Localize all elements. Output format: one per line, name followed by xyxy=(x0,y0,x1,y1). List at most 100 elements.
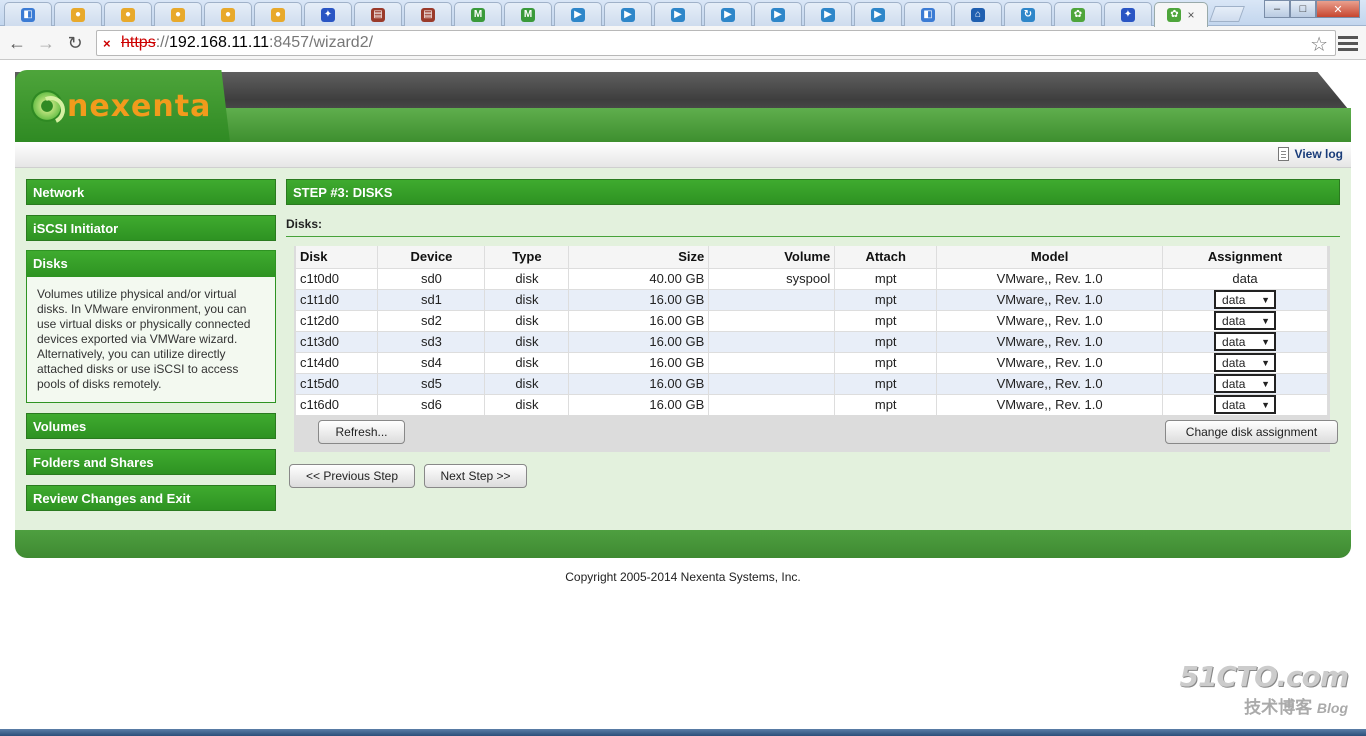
sidebar-item-volumes[interactable]: Volumes xyxy=(26,413,276,439)
cell-device: sd2 xyxy=(377,309,486,331)
cell-attach: mpt xyxy=(834,393,938,415)
paw-icon: ✦ xyxy=(321,7,335,22)
column-header-type[interactable]: Type xyxy=(484,246,570,268)
browser-tab[interactable]: ● xyxy=(104,2,152,26)
bookmark-star-icon[interactable]: ☆ xyxy=(1310,32,1328,57)
previous-step-button[interactable]: << Previous Step xyxy=(289,464,415,488)
cell-attach: mpt xyxy=(834,288,938,310)
column-header-disk[interactable]: Disk xyxy=(296,246,379,268)
back-icon[interactable]: ← xyxy=(6,32,28,54)
browser-tab[interactable]: ✿ xyxy=(1054,2,1102,26)
refresh-app-icon: ↻ xyxy=(1021,7,1035,22)
assignment-select[interactable]: data ▼ xyxy=(1214,332,1277,351)
browser-tab[interactable]: ↻ xyxy=(1004,2,1052,26)
maximize-button[interactable]: □ xyxy=(1290,0,1316,18)
column-header-assignment[interactable]: Assignment xyxy=(1162,246,1328,268)
header-subbar: View log xyxy=(15,142,1351,168)
cell-disk: c1t1d0 xyxy=(296,288,379,310)
browser-tab[interactable]: ✦ xyxy=(304,2,352,26)
column-header-attach[interactable]: Attach xyxy=(834,246,938,268)
next-step-button[interactable]: Next Step >> xyxy=(424,464,527,488)
menu-icon[interactable] xyxy=(1338,33,1358,53)
change-disk-assignment-button[interactable]: Change disk assignment xyxy=(1165,420,1338,444)
reload-icon[interactable]: ↻ xyxy=(64,32,86,54)
url-separator: :// xyxy=(155,34,170,51)
browser-tab[interactable]: ▶ xyxy=(754,2,802,26)
browser-tab[interactable]: ● xyxy=(204,2,252,26)
refresh-button[interactable]: Refresh... xyxy=(318,420,405,444)
table-row: c1t5d0 sd5 disk 16.00 GB mpt VMware,, Rev. 1.… xyxy=(296,372,1328,394)
assignment-select[interactable]: data ▼ xyxy=(1214,395,1277,415)
browser-tab[interactable]: M xyxy=(454,2,502,26)
view-log-link[interactable]: View log xyxy=(1277,147,1343,161)
column-header-device[interactable]: Device xyxy=(377,246,486,268)
assignment-select[interactable]: data ▼ xyxy=(1214,290,1277,309)
sidebar-item-folders-and-shares[interactable]: Folders and Shares xyxy=(26,449,276,475)
cell-model: VMware,, Rev. 1.0 xyxy=(936,393,1164,415)
browser-tab[interactable]: ⌂ xyxy=(954,2,1002,26)
finder-icon: ◧ xyxy=(921,7,935,22)
browser-tab[interactable]: ▶ xyxy=(704,2,752,26)
browser-tab[interactable]: ◧ xyxy=(4,2,52,26)
step-title: STEP #3: DISKS xyxy=(286,179,1340,205)
browser-tab[interactable]: ▶ xyxy=(804,2,852,26)
sidebar-item-review-changes[interactable]: Review Changes and Exit xyxy=(26,485,276,511)
column-header-size[interactable]: Size xyxy=(568,246,710,268)
column-header-volume[interactable]: Volume xyxy=(708,246,836,268)
cell-assignment: data ▼ xyxy=(1162,351,1328,373)
browser-tab[interactable]: ◧ xyxy=(904,2,952,26)
browser-tab[interactable]: ▤ xyxy=(354,2,402,26)
browser-tab[interactable]: M xyxy=(504,2,552,26)
address-bar[interactable]: × https://192.168.11.11:8457/wizard2/ xyxy=(96,30,1336,56)
cell-model: VMware,, Rev. 1.0 xyxy=(936,267,1164,289)
cell-type: disk xyxy=(484,309,570,331)
sidebar-item-disks[interactable]: Disks Volumes utilize physical and/or vi… xyxy=(26,250,276,403)
chat-bubble-icon: ● xyxy=(271,7,285,22)
browser-tab[interactable]: ▶ xyxy=(604,2,652,26)
close-tab-icon[interactable]: × xyxy=(1187,8,1194,22)
play-circle-icon: ▶ xyxy=(721,7,735,22)
browser-tab[interactable]: ▶ xyxy=(654,2,702,26)
browser-tab-active[interactable]: ✿ × xyxy=(1154,2,1208,27)
cell-size: 16.00 GB xyxy=(568,330,710,352)
url-host: 192.168.11.11 xyxy=(169,34,269,51)
browser-tab[interactable]: ▶ xyxy=(854,2,902,26)
dropdown-arrow-icon: ▼ xyxy=(1261,315,1271,326)
cell-device: sd0 xyxy=(377,267,486,289)
browser-tab[interactable]: ▶ xyxy=(554,2,602,26)
chat-bubble-icon: ● xyxy=(171,7,185,22)
cell-type: disk xyxy=(484,351,570,373)
browser-tab[interactable]: ▤ xyxy=(404,2,452,26)
browser-tab[interactable]: ● xyxy=(54,2,102,26)
assignment-select[interactable]: data ▼ xyxy=(1214,353,1277,372)
sidebar-item-iscsi-initiator[interactable]: iSCSI Initiator xyxy=(26,215,276,241)
column-header-model[interactable]: Model xyxy=(936,246,1164,268)
browser-tab[interactable]: ● xyxy=(254,2,302,26)
cell-attach: mpt xyxy=(834,330,938,352)
assignment-select[interactable]: data ▼ xyxy=(1214,374,1277,393)
sidebar-item-network[interactable]: Network xyxy=(26,179,276,205)
cell-volume xyxy=(708,393,836,415)
cell-size: 16.00 GB xyxy=(568,309,710,331)
cell-device: sd3 xyxy=(377,330,486,352)
browser-tab[interactable]: ● xyxy=(154,2,202,26)
sidebar-item-label: Volumes xyxy=(33,419,87,434)
sidebar-item-label: Review Changes and Exit xyxy=(33,491,191,506)
browser-tab[interactable]: ✦ xyxy=(1104,2,1152,26)
sidebar-item-label: Network xyxy=(33,185,85,200)
table-row: c1t6d0 sd6 disk 16.00 GB mpt VMware,, Rev. 1.… xyxy=(296,393,1328,415)
disks-description: Volumes utilize physical and/or virtual … xyxy=(37,287,251,391)
document-icon xyxy=(1277,147,1289,161)
cell-assignment: data ▼ xyxy=(1162,372,1328,394)
cell-model: VMware,, Rev. 1.0 xyxy=(936,330,1164,352)
new-tab-button[interactable] xyxy=(1209,6,1245,22)
cell-type: disk xyxy=(484,330,570,352)
minimize-button[interactable]: – xyxy=(1264,0,1290,18)
assignment-select[interactable]: data ▼ xyxy=(1214,311,1277,330)
cell-assignment: data ▼ xyxy=(1162,330,1328,352)
cell-device: sd1 xyxy=(377,288,486,310)
close-window-button[interactable]: ✕ xyxy=(1316,0,1360,18)
forward-icon[interactable]: → xyxy=(35,32,57,54)
browser-toolbar: ← → ↻ × https://192.168.11.11:8457/wizar… xyxy=(0,26,1366,60)
cell-volume xyxy=(708,309,836,331)
